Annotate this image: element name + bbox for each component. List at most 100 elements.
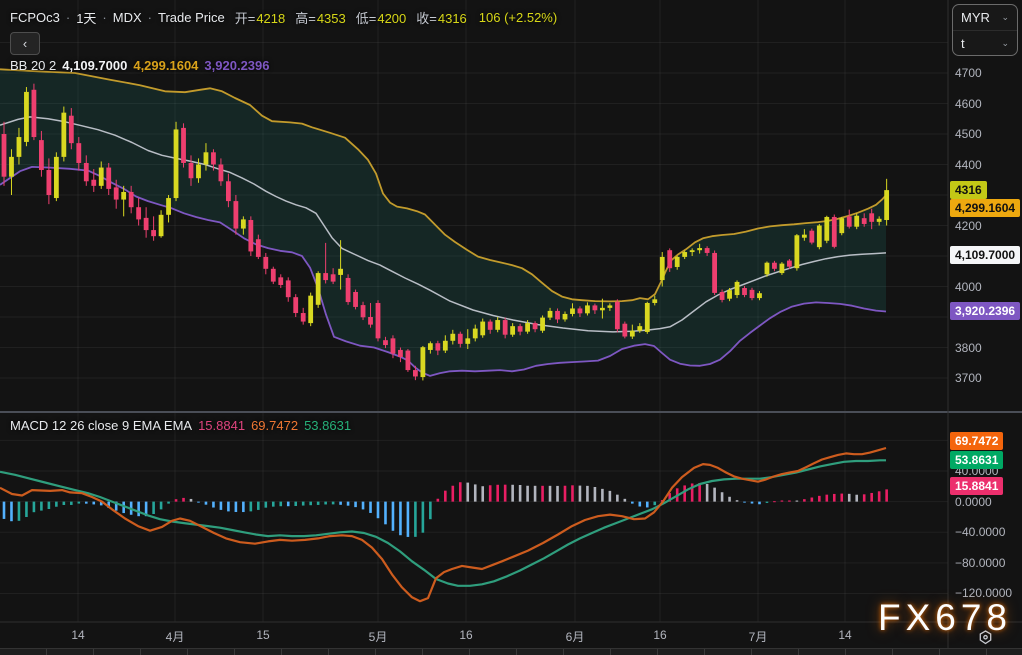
- macd-histogram-bar: [481, 486, 484, 501]
- macd-histogram-bar: [452, 486, 455, 502]
- candle-body: [750, 290, 755, 298]
- bb-mid-value: 4,109.7000: [62, 58, 127, 73]
- macd-histogram-bar: [227, 502, 230, 512]
- price-tick-label: 4700: [955, 66, 982, 80]
- candle-body: [869, 213, 874, 222]
- macd-indicator-legend[interactable]: MACD 12 26 close 9 EMA EMA 15.8841 69.74…: [10, 418, 351, 433]
- candle-body: [174, 129, 179, 198]
- candle-body: [46, 170, 51, 195]
- candle-body: [525, 323, 530, 332]
- strip-cell: [94, 649, 141, 655]
- chevron-down-icon: ⌄: [1001, 38, 1009, 49]
- macd-histogram-bar: [818, 496, 821, 502]
- macd-histogram-bar: [796, 501, 799, 502]
- price-axis-badge: 4316: [950, 181, 987, 199]
- candle-body: [652, 299, 657, 303]
- candle-body: [219, 165, 224, 182]
- price-tick-label: 3700: [955, 371, 982, 385]
- strip-cell: [611, 649, 658, 655]
- macd-histogram-bar: [242, 502, 245, 512]
- strip-cell: [940, 649, 987, 655]
- macd-histogram-bar: [811, 498, 814, 502]
- macd-histogram-bar: [616, 495, 619, 502]
- time-axis-label: 16: [653, 628, 666, 642]
- high-value: 4353: [317, 11, 346, 26]
- candle-body: [675, 257, 680, 267]
- candle-body: [248, 220, 253, 251]
- macd-histogram-bar: [541, 486, 544, 502]
- macd-histogram-bar: [870, 493, 873, 502]
- macd-histogram-bar: [137, 502, 140, 517]
- macd-histogram-bar: [728, 497, 731, 502]
- candle-body: [637, 326, 642, 331]
- candle-body: [593, 305, 598, 310]
- macd-histogram-bar: [826, 495, 829, 502]
- candle-body: [780, 264, 785, 273]
- unit-dropdown[interactable]: t ⌄: [953, 30, 1017, 55]
- candle-body: [570, 308, 575, 313]
- price-type-label: Trade Price: [158, 10, 225, 25]
- strip-cell: [282, 649, 329, 655]
- candle-body: [645, 303, 650, 332]
- macd-histogram-bar: [18, 502, 21, 521]
- macd-histogram-bar: [878, 491, 881, 501]
- low-value: 4200: [377, 11, 406, 26]
- interval-label[interactable]: 1天: [76, 8, 96, 27]
- candle-body: [144, 218, 149, 230]
- candle-body: [480, 322, 485, 336]
- macd-histogram-bar: [751, 502, 754, 504]
- macd-histogram-bar: [48, 502, 51, 509]
- candle-body: [114, 187, 119, 199]
- strip-cell: [846, 649, 893, 655]
- macd-histogram-bar: [294, 502, 297, 506]
- macd-histogram-bar: [840, 494, 843, 502]
- macd-histogram-bar: [25, 502, 28, 517]
- macd-histogram-bar: [347, 502, 350, 506]
- candle-body: [420, 347, 425, 377]
- macd-histogram-bar: [369, 502, 372, 513]
- macd-histogram-bar: [437, 499, 440, 502]
- macd-histogram-bar: [586, 486, 589, 502]
- macd-histogram-bar: [205, 502, 208, 505]
- macd-histogram-bar: [392, 502, 395, 531]
- macd-histogram-bar: [384, 502, 387, 525]
- macd-histogram-bar: [279, 502, 282, 507]
- price-axis-badge: 4,299.1604: [950, 199, 1020, 217]
- macd-histogram-bar: [781, 500, 784, 501]
- strip-cell: [141, 649, 188, 655]
- open-value: 4218: [256, 11, 285, 26]
- macd-histogram-bar: [152, 502, 155, 514]
- macd-histogram-bar: [55, 502, 58, 507]
- macd-histogram-bar: [182, 498, 185, 502]
- price-axis-badge: 3,920.2396: [950, 302, 1020, 320]
- macd-histogram-bar: [324, 502, 327, 505]
- macd-axis-badge: 53.8631: [950, 451, 1003, 469]
- strip-cell: [470, 649, 517, 655]
- macd-histogram-bar: [78, 502, 81, 504]
- candle-body: [877, 219, 882, 222]
- bb-indicator-legend[interactable]: BB 20 2 4,109.7000 4,299.1604 3,920.2396: [10, 58, 270, 73]
- chart-canvas[interactable]: [0, 0, 1022, 655]
- macd-tick-label: −40.0000: [955, 525, 1005, 539]
- symbol-name[interactable]: FCPOc3: [10, 10, 60, 25]
- macd-histogram-bar: [564, 486, 567, 502]
- candle-body: [548, 311, 553, 318]
- macd-histogram-bar: [235, 502, 238, 512]
- candle-body: [585, 305, 590, 313]
- candle-body: [847, 216, 852, 226]
- close-label: 收=: [416, 11, 437, 26]
- candle-body: [308, 296, 313, 323]
- candle-body: [286, 280, 291, 297]
- macd-histogram-bar: [758, 502, 761, 505]
- exchange-label[interactable]: MDX: [113, 10, 142, 25]
- macd-histogram-bar: [511, 485, 514, 502]
- macd-histogram-bar: [399, 502, 402, 536]
- chevron-down-icon: ⌄: [1001, 12, 1009, 23]
- currency-dropdown[interactable]: MYR ⌄: [953, 5, 1017, 30]
- candle-body: [204, 152, 209, 164]
- candle-body: [667, 250, 672, 268]
- gear-icon[interactable]: [977, 629, 994, 646]
- back-button[interactable]: ‹: [10, 32, 40, 55]
- candle-body: [735, 282, 740, 295]
- symbol-header: FCPOc3 · 1天 · MDX · Trade Price 开=4218 高…: [10, 8, 557, 27]
